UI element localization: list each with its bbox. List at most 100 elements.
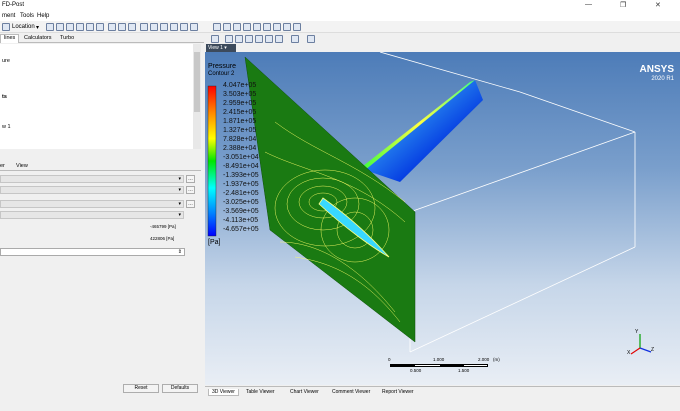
menu-item-tools[interactable]: Tools bbox=[20, 13, 34, 19]
scale-bar-strip bbox=[390, 364, 488, 367]
options-icon[interactable] bbox=[293, 23, 301, 31]
view-selector[interactable]: View 1 ▾ bbox=[206, 44, 236, 52]
chevron-down-icon: ▾ bbox=[178, 187, 181, 193]
wing-surface bbox=[365, 80, 483, 182]
legend-level: -4.113e+05 bbox=[223, 217, 259, 224]
location-icon[interactable] bbox=[2, 23, 10, 31]
annotation-icon[interactable] bbox=[108, 23, 116, 31]
tree-item-view[interactable]: w 1 bbox=[2, 124, 11, 130]
property-combo-2[interactable]: ▾ bbox=[0, 186, 184, 194]
property-combo-4[interactable]: ▾ bbox=[0, 211, 184, 219]
rotate-icon[interactable] bbox=[225, 35, 233, 43]
zoom-icon[interactable] bbox=[245, 35, 253, 43]
details-tabs: er View bbox=[0, 162, 201, 171]
tab-turbo[interactable]: Turbo bbox=[60, 35, 74, 41]
tab-calculators[interactable]: Calculators bbox=[24, 35, 52, 41]
chevron-down-icon: ▾ bbox=[178, 201, 181, 207]
volume-render-icon[interactable] bbox=[76, 23, 84, 31]
isosurface-icon[interactable] bbox=[96, 23, 104, 31]
tab-view[interactable]: View bbox=[16, 163, 28, 169]
axis-z-label: Z bbox=[651, 347, 655, 353]
chevron-down-icon: ▾ bbox=[178, 212, 181, 218]
select-icon[interactable] bbox=[211, 35, 219, 43]
probe-icon[interactable] bbox=[307, 35, 315, 43]
legend-subtitle: Contour 2 bbox=[208, 71, 235, 77]
location-dropdown[interactable]: Location bbox=[12, 24, 35, 30]
viewer-tabs: 3D Viewer Table Viewer Chart Viewer Comm… bbox=[205, 386, 680, 398]
expression-icon[interactable] bbox=[170, 23, 178, 31]
property-combo-3[interactable]: ▾ bbox=[0, 200, 184, 208]
panel-splitter[interactable] bbox=[0, 149, 201, 161]
tab-table-viewer[interactable]: Table Viewer bbox=[243, 389, 278, 395]
tab-chart-viewer[interactable]: Chart Viewer bbox=[287, 389, 322, 395]
tree-scrollbar[interactable] bbox=[193, 44, 201, 149]
legend-level: -3.051e+04 bbox=[223, 154, 259, 161]
turbo-icon[interactable] bbox=[263, 23, 271, 31]
outline-tree: ure ts w 1 bbox=[0, 44, 193, 149]
title-bar: FD-Post — ❐ ✕ bbox=[0, 0, 680, 11]
browse-button[interactable]: … bbox=[186, 186, 195, 194]
legend-title: Pressure bbox=[208, 63, 237, 70]
vector-icon[interactable] bbox=[46, 23, 54, 31]
case-compare-icon[interactable] bbox=[253, 23, 261, 31]
timestep-icon[interactable] bbox=[190, 23, 198, 31]
legend-level: -3.025e+05 bbox=[223, 199, 259, 206]
tab-report-viewer[interactable]: Report Viewer bbox=[379, 389, 417, 395]
chevron-down-icon[interactable]: ▾ bbox=[36, 24, 39, 31]
comment-icon[interactable] bbox=[150, 23, 158, 31]
tree-item-results[interactable]: ts bbox=[2, 94, 7, 100]
animation-icon[interactable] bbox=[223, 23, 231, 31]
macro-icon[interactable] bbox=[180, 23, 188, 31]
tree-item-structure[interactable]: ure bbox=[2, 58, 10, 64]
picture-icon[interactable] bbox=[233, 23, 241, 31]
legend-level: 2.388e+04 bbox=[223, 145, 257, 152]
legend-level: 2.415e+05 bbox=[223, 109, 257, 116]
maximize-button[interactable]: ❐ bbox=[620, 1, 626, 9]
zoom-box-icon[interactable] bbox=[255, 35, 263, 43]
fit-view-icon[interactable] bbox=[265, 35, 273, 43]
browse-button[interactable]: … bbox=[186, 175, 195, 183]
legend-level: 7.828e+04 bbox=[223, 136, 257, 143]
contour-icon[interactable] bbox=[86, 23, 94, 31]
defaults-button[interactable]: Defaults bbox=[162, 384, 198, 393]
pan-icon[interactable] bbox=[235, 35, 243, 43]
scene-icon[interactable] bbox=[283, 23, 291, 31]
zoom-extents-icon[interactable] bbox=[275, 35, 283, 43]
mesh-icon[interactable] bbox=[243, 23, 251, 31]
range-max-value: 422806 [Pa] bbox=[150, 236, 175, 241]
viewer-toolbar bbox=[205, 33, 680, 43]
3d-viewport[interactable]: Pressure Contour 2 4.047e+05 3.503e+05 2… bbox=[205, 52, 680, 385]
reset-button[interactable]: Reset bbox=[123, 384, 159, 393]
layout-icon[interactable] bbox=[291, 35, 299, 43]
variable-icon[interactable] bbox=[160, 23, 168, 31]
tab-3d-viewer[interactable]: 3D Viewer bbox=[208, 389, 239, 396]
legend-level: 3.503e+05 bbox=[223, 91, 257, 98]
browse-button[interactable]: … bbox=[186, 200, 195, 208]
status-bar bbox=[0, 398, 680, 411]
scale-label: 1.000 bbox=[433, 357, 445, 362]
legend-level: 4.047e+05 bbox=[223, 82, 257, 89]
domain-box bbox=[379, 52, 636, 353]
minimize-button[interactable]: — bbox=[585, 1, 592, 8]
legend-unit: [Pa] bbox=[208, 239, 221, 246]
tab-render[interactable]: er bbox=[0, 163, 5, 169]
clock-icon[interactable] bbox=[213, 23, 221, 31]
tab-comment-viewer[interactable]: Comment Viewer bbox=[329, 389, 373, 395]
scale-label: 0.500 bbox=[410, 368, 422, 373]
menu-item-help[interactable]: Help bbox=[37, 13, 49, 19]
report-icon[interactable] bbox=[273, 23, 281, 31]
particle-track-icon[interactable] bbox=[66, 23, 74, 31]
number-input[interactable]: ⇕ bbox=[0, 248, 185, 256]
legend-level: -1.393e+05 bbox=[223, 172, 259, 179]
tree-scrollbar-thumb[interactable] bbox=[194, 52, 200, 112]
spin-icon[interactable]: ⇕ bbox=[178, 249, 182, 255]
property-combo-1[interactable]: ▾ bbox=[0, 175, 184, 183]
tab-outline[interactable]: lines bbox=[0, 34, 20, 43]
menu-item-insert[interactable]: ment bbox=[2, 13, 15, 19]
function-icon[interactable] bbox=[118, 23, 126, 31]
streamline-icon[interactable] bbox=[56, 23, 64, 31]
table-icon[interactable] bbox=[140, 23, 148, 31]
close-button[interactable]: ✕ bbox=[655, 1, 661, 9]
chart-icon[interactable] bbox=[128, 23, 136, 31]
scale-label: 0 bbox=[388, 357, 391, 362]
